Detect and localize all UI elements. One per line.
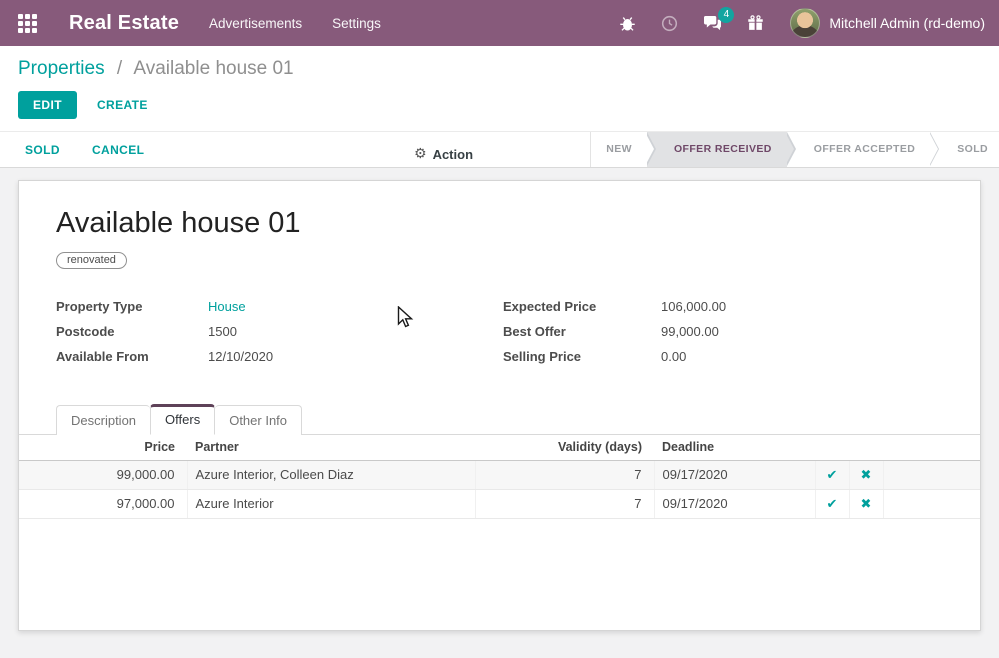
- gift-icon[interactable]: [747, 15, 764, 32]
- user-avatar[interactable]: [790, 8, 820, 38]
- breadcrumb-separator: /: [117, 58, 122, 79]
- field-group-right: Expected Price 106,000.00 Best Offer 99,…: [503, 299, 940, 374]
- field-available-from: Available From 12/10/2020: [56, 349, 503, 366]
- field-property-type: Property Type House: [56, 299, 503, 316]
- control-panel-buttons: EDIT CREATE: [18, 91, 981, 119]
- statusbar: SOLD CANCEL NEW OFFER RECEIVED OFFER ACC…: [0, 131, 999, 168]
- offer-row[interactable]: 99,000.00 Azure Interior, Colleen Diaz 7…: [19, 460, 980, 489]
- offers-table: Price Partner Validity (days) Deadline 9…: [19, 435, 980, 519]
- form-sheet: Available house 01 renovated Property Ty…: [18, 180, 981, 631]
- field-label: Expected Price: [503, 299, 661, 316]
- offer-deadline: 09/17/2020: [654, 460, 815, 489]
- menu-advertisements[interactable]: Advertisements: [209, 16, 302, 31]
- offers-header-row: Price Partner Validity (days) Deadline: [19, 435, 980, 460]
- refuse-offer-icon[interactable]: ✖: [861, 468, 872, 483]
- offer-validity: 7: [475, 460, 654, 489]
- offer-deadline: 09/17/2020: [654, 489, 815, 518]
- field-best-offer: Best Offer 99,000.00: [503, 324, 940, 341]
- top-navbar: Real Estate Advertisements Settings 4 Mi…: [0, 0, 999, 46]
- action-menu-button[interactable]: ⚙ Action: [414, 146, 473, 162]
- tab-description[interactable]: Description: [56, 405, 150, 435]
- field-label: Available From: [56, 349, 208, 366]
- tag-renovated: renovated: [56, 252, 127, 269]
- col-header-price[interactable]: Price: [19, 435, 187, 460]
- tab-offers[interactable]: Offers: [150, 404, 215, 435]
- field-label: Selling Price: [503, 349, 661, 366]
- col-header-partner[interactable]: Partner: [187, 435, 475, 460]
- offer-partner: Azure Interior, Colleen Diaz: [187, 460, 475, 489]
- user-name[interactable]: Mitchell Admin (rd-demo): [829, 15, 985, 31]
- create-button[interactable]: CREATE: [97, 98, 148, 112]
- status-step-offer-accepted[interactable]: OFFER ACCEPTED: [787, 132, 930, 167]
- field-label: Postcode: [56, 324, 208, 341]
- navbar-right: 4 Mitchell Admin (rd-demo): [594, 8, 985, 38]
- offer-partner: Azure Interior: [187, 489, 475, 518]
- field-label: Property Type: [56, 299, 208, 316]
- field-postcode: Postcode 1500: [56, 324, 503, 341]
- message-count-badge: 4: [718, 7, 734, 23]
- refuse-offer-icon[interactable]: ✖: [861, 497, 872, 512]
- status-step-new[interactable]: NEW: [590, 132, 647, 167]
- offer-price: 97,000.00: [19, 489, 187, 518]
- status-step-sold[interactable]: SOLD: [930, 132, 999, 167]
- field-value: 12/10/2020: [208, 349, 273, 366]
- breadcrumb-current: Available house 01: [133, 58, 293, 79]
- edit-button[interactable]: EDIT: [18, 91, 77, 119]
- col-header-validity[interactable]: Validity (days): [475, 435, 654, 460]
- app-name[interactable]: Real Estate: [69, 12, 179, 35]
- property-type-link[interactable]: House: [208, 299, 246, 316]
- messages-chat-icon[interactable]: 4: [703, 15, 722, 32]
- field-groups: Property Type House Postcode 1500 Availa…: [19, 299, 980, 374]
- field-value: 0.00: [661, 349, 686, 366]
- content-area: Available house 01 renovated Property Ty…: [0, 168, 999, 658]
- offer-price: 99,000.00: [19, 460, 187, 489]
- breadcrumb-properties-link[interactable]: Properties: [18, 58, 105, 79]
- app-window: Real Estate Advertisements Settings 4 Mi…: [0, 0, 999, 658]
- offer-row[interactable]: 97,000.00 Azure Interior 7 09/17/2020 ✔ …: [19, 489, 980, 518]
- sold-button[interactable]: SOLD: [25, 143, 60, 157]
- offer-validity: 7: [475, 489, 654, 518]
- field-value: 1500: [208, 324, 237, 341]
- field-value: 106,000.00: [661, 299, 726, 316]
- control-panel: Properties / Available house 01 EDIT CRE…: [0, 46, 999, 131]
- statusbar-actions: SOLD CANCEL: [0, 132, 176, 167]
- field-expected-price: Expected Price 106,000.00: [503, 299, 940, 316]
- status-pipeline: NEW OFFER RECEIVED OFFER ACCEPTED SOLD: [590, 132, 999, 167]
- notebook-tabs: Description Offers Other Info: [19, 404, 980, 435]
- activities-clock-icon[interactable]: [661, 15, 678, 32]
- status-step-offer-received[interactable]: OFFER RECEIVED: [647, 132, 787, 167]
- field-group-left: Property Type House Postcode 1500 Availa…: [56, 299, 503, 374]
- apps-grid-icon[interactable]: [18, 14, 37, 33]
- record-title: Available house 01: [19, 181, 980, 240]
- accept-offer-icon[interactable]: ✔: [827, 497, 838, 512]
- field-label: Best Offer: [503, 324, 661, 341]
- bug-icon[interactable]: [619, 15, 636, 32]
- tab-other-info[interactable]: Other Info: [215, 405, 302, 435]
- gear-icon: ⚙: [414, 146, 427, 162]
- action-label: Action: [433, 147, 473, 162]
- col-header-deadline[interactable]: Deadline: [654, 435, 815, 460]
- accept-offer-icon[interactable]: ✔: [827, 468, 838, 483]
- cancel-button[interactable]: CANCEL: [92, 143, 144, 157]
- breadcrumb: Properties / Available house 01: [18, 58, 981, 80]
- field-selling-price: Selling Price 0.00: [503, 349, 940, 366]
- menu-settings[interactable]: Settings: [332, 16, 381, 31]
- field-value: 99,000.00: [661, 324, 719, 341]
